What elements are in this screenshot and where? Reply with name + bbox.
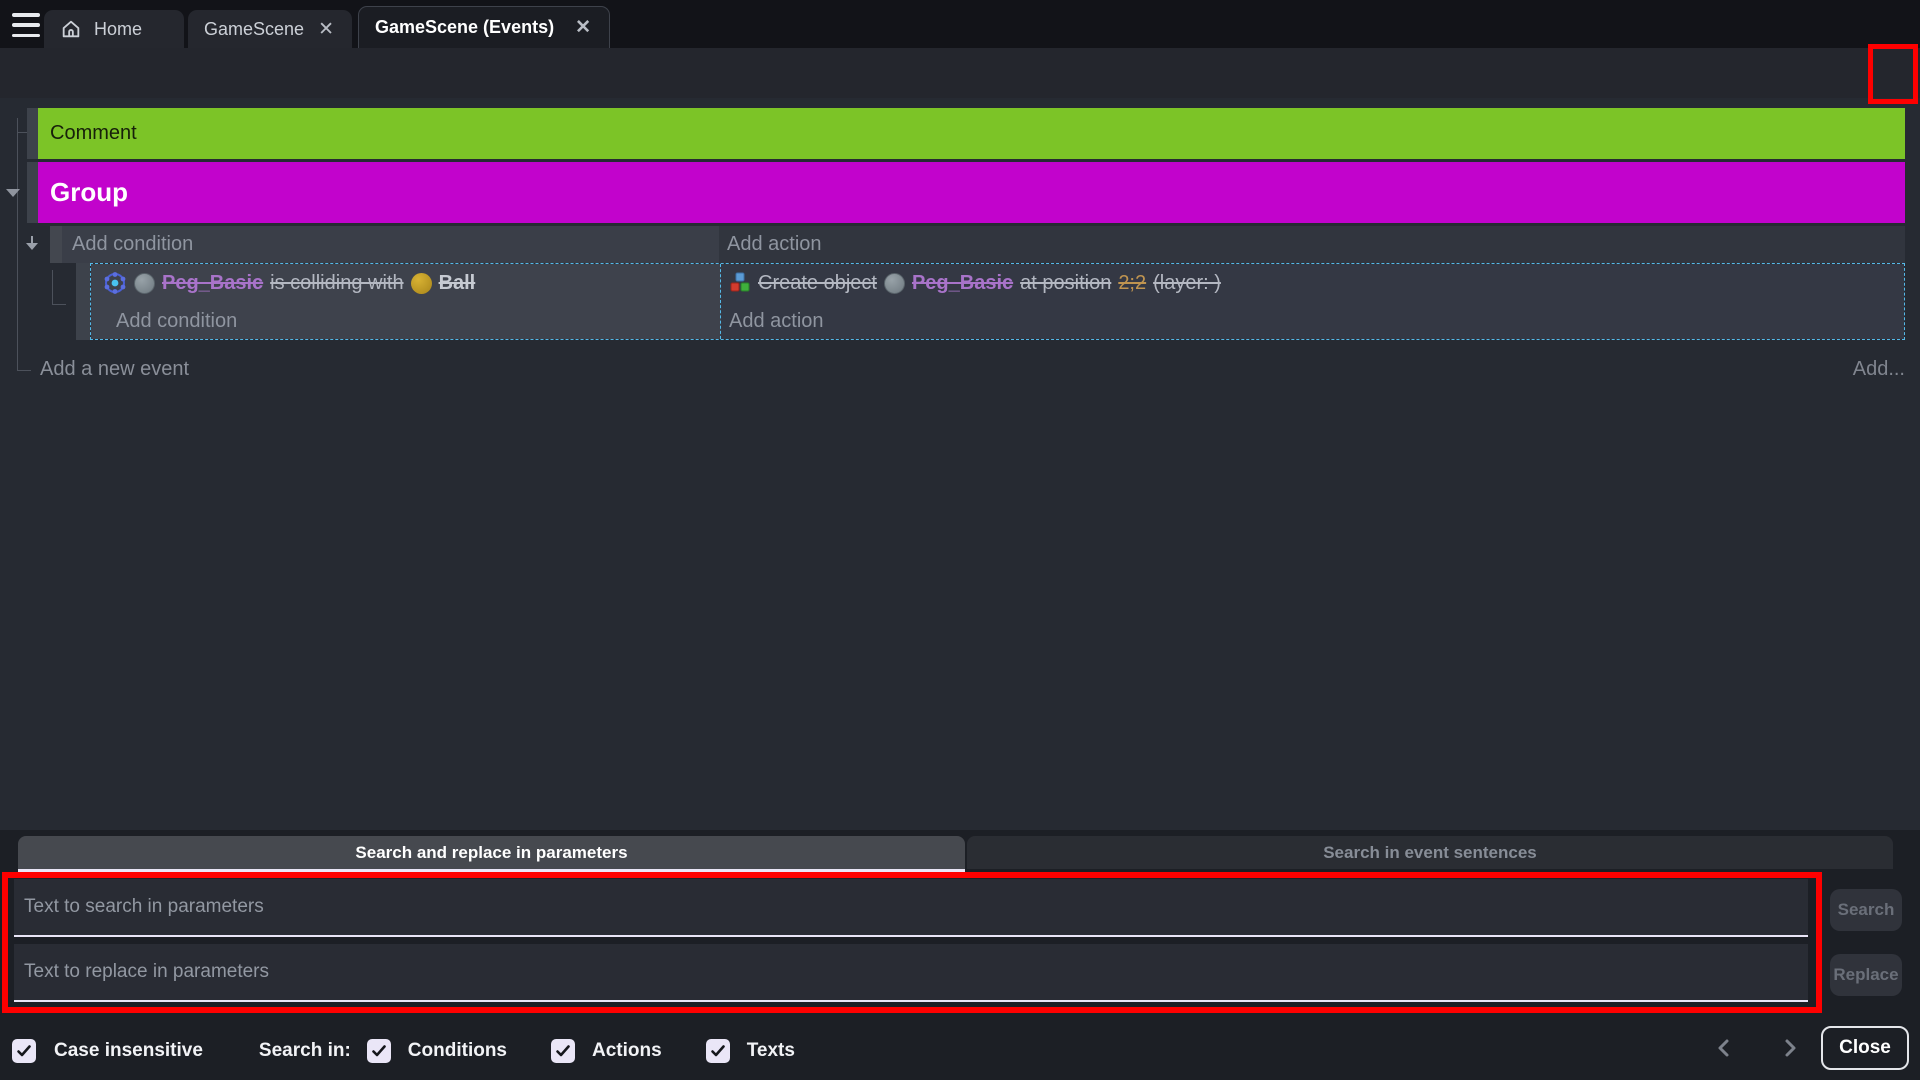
search-options-row: Case insensitive Search in: Conditions A… bbox=[0, 1029, 1920, 1073]
replace-button[interactable]: Replace bbox=[1830, 954, 1902, 996]
add-action-link[interactable]: Add action bbox=[719, 226, 1905, 263]
check-icon bbox=[710, 1043, 726, 1059]
comment-text: Comment bbox=[50, 122, 137, 145]
action-layer-value: (layer: ) bbox=[1153, 272, 1221, 295]
replace-text-input[interactable] bbox=[14, 944, 1808, 1002]
group-expander[interactable] bbox=[4, 186, 22, 205]
search-text-input[interactable] bbox=[14, 879, 1808, 937]
search-in-label: Search in: bbox=[259, 1040, 351, 1062]
texts-label: Texts bbox=[747, 1040, 795, 1062]
tab-search-event-sentences[interactable]: Search in event sentences bbox=[967, 836, 1893, 869]
gdevelop-window: Home GameScene ✕ GameScene (Events) ✕ Pr… bbox=[0, 0, 1920, 1080]
conditions-column: Peg_Basic is colliding with Ball Add con… bbox=[91, 264, 721, 339]
toolbar: Preview Publish bbox=[0, 48, 1920, 98]
check-icon bbox=[16, 1043, 32, 1059]
group-event[interactable]: Group bbox=[38, 162, 1905, 223]
ball-object-icon bbox=[411, 273, 432, 294]
search-button[interactable]: Search bbox=[1830, 889, 1902, 931]
collision-icon bbox=[103, 271, 127, 295]
tab-gamescene-label: GameScene bbox=[204, 19, 304, 40]
check-icon bbox=[371, 1043, 387, 1059]
action-verb: Create object bbox=[758, 272, 877, 295]
tab-bar: Home GameScene ✕ GameScene (Events) ✕ bbox=[0, 0, 1920, 48]
event-drag-handle[interactable] bbox=[76, 263, 90, 340]
action-position-value: 2;2 bbox=[1118, 272, 1146, 295]
chevron-left-icon bbox=[1714, 1038, 1734, 1058]
actions-label: Actions bbox=[592, 1040, 662, 1062]
tab-home-label: Home bbox=[94, 19, 142, 40]
condition-row[interactable]: Peg_Basic is colliding with Ball bbox=[91, 264, 720, 302]
create-object-icon bbox=[729, 272, 751, 294]
close-tab-icon[interactable]: ✕ bbox=[316, 18, 336, 41]
selected-sub-event[interactable]: Peg_Basic is colliding with Ball Add con… bbox=[90, 263, 1905, 340]
case-insensitive-checkbox[interactable] bbox=[12, 1039, 36, 1063]
condition-text: is colliding with bbox=[270, 272, 403, 295]
active-tab-underline bbox=[18, 869, 965, 872]
event-fold-arrow[interactable] bbox=[23, 234, 41, 261]
arrow-down-icon bbox=[23, 234, 41, 256]
previous-result-button[interactable] bbox=[1712, 1036, 1736, 1060]
case-insensitive-label: Case insensitive bbox=[54, 1040, 203, 1062]
tab-gamescene[interactable]: GameScene ✕ bbox=[188, 10, 352, 48]
tree-line bbox=[52, 270, 53, 304]
group-title: Group bbox=[50, 177, 128, 208]
add-condition-link[interactable]: Add condition bbox=[91, 302, 720, 340]
tree-line bbox=[52, 304, 66, 305]
action-object-name: Peg_Basic bbox=[912, 272, 1013, 295]
action-text: at position bbox=[1020, 272, 1111, 295]
tree-line bbox=[17, 132, 27, 133]
add-event-more-button[interactable]: Add... bbox=[1853, 358, 1905, 381]
close-button[interactable]: Close bbox=[1821, 1026, 1909, 1070]
texts-checkbox[interactable] bbox=[706, 1039, 730, 1063]
event-drag-handle[interactable] bbox=[27, 108, 38, 159]
add-condition-link[interactable]: Add condition bbox=[62, 226, 719, 263]
hamburger-icon bbox=[12, 13, 40, 17]
check-icon bbox=[555, 1043, 571, 1059]
next-result-button[interactable] bbox=[1778, 1036, 1802, 1060]
action-row[interactable]: Create object Peg_Basic at position 2;2 … bbox=[721, 264, 1904, 302]
add-new-event-link[interactable]: Add a new event bbox=[40, 358, 189, 381]
tree-line bbox=[17, 370, 31, 371]
event-drag-handle[interactable] bbox=[27, 162, 38, 223]
main-menu-button[interactable] bbox=[12, 13, 40, 37]
peg-basic-object-icon bbox=[884, 273, 905, 294]
tab-search-replace-parameters[interactable]: Search and replace in parameters bbox=[18, 836, 965, 869]
tree-line bbox=[17, 118, 18, 370]
close-tab-icon[interactable]: ✕ bbox=[573, 16, 593, 39]
tab-gamescene-events-label: GameScene (Events) bbox=[375, 17, 554, 38]
condition-object-name: Peg_Basic bbox=[162, 272, 263, 295]
condition-other-object: Ball bbox=[439, 272, 476, 295]
home-icon bbox=[60, 18, 82, 40]
add-action-link[interactable]: Add action bbox=[721, 302, 1904, 340]
tab-gamescene-events[interactable]: GameScene (Events) ✕ bbox=[358, 6, 610, 48]
conditions-label: Conditions bbox=[408, 1040, 507, 1062]
conditions-checkbox[interactable] bbox=[367, 1039, 391, 1063]
event-drag-handle[interactable] bbox=[50, 226, 62, 263]
caret-down-icon bbox=[4, 186, 22, 200]
search-panel: Search and replace in parameters Search … bbox=[0, 830, 1920, 1080]
actions-column: Create object Peg_Basic at position 2;2 … bbox=[721, 264, 1904, 339]
comment-event[interactable]: Comment bbox=[38, 108, 1905, 159]
chevron-right-icon bbox=[1780, 1038, 1800, 1058]
peg-basic-object-icon bbox=[134, 273, 155, 294]
actions-checkbox[interactable] bbox=[551, 1039, 575, 1063]
tab-home[interactable]: Home bbox=[44, 10, 184, 48]
